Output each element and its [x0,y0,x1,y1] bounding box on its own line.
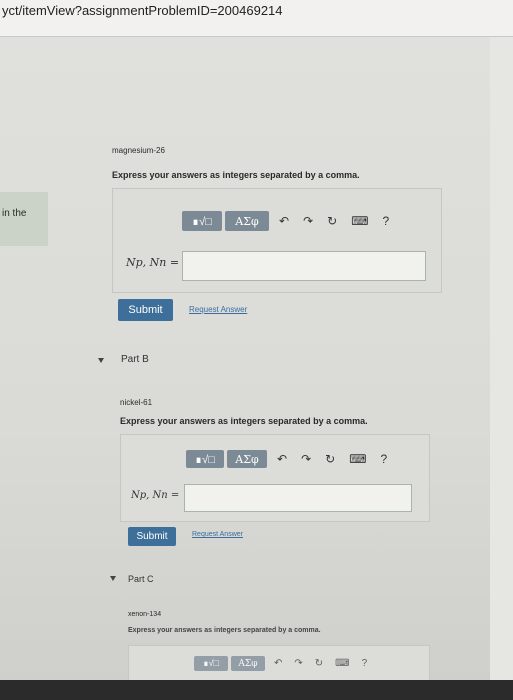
greek-symbols-button[interactable]: ΑΣφ [225,211,269,231]
part-c-instruction: Express your answers as integers separat… [128,627,321,634]
keyboard-icon[interactable]: ⌨ [351,214,368,228]
part-c-toolbar: ∎√□ ΑΣφ ↶ ↷ ↻ ⌨ ? [194,656,373,671]
part-b-title[interactable]: Part B [121,354,149,365]
redo-icon[interactable]: ↷ [294,658,302,669]
reset-icon[interactable]: ↻ [315,658,323,669]
part-a-element: magnesium-26 [112,146,165,155]
right-margin [490,37,513,680]
part-b-toolbar: ∎√□ ΑΣφ ↶ ↷ ↻ ⌨ ? [186,450,394,468]
help-icon[interactable]: ? [383,214,390,228]
part-b-instruction: Express your answers as integers separat… [120,416,368,426]
left-panel-text: in the [2,208,27,219]
part-b-element: nickel-61 [120,398,153,407]
page-content [0,37,513,680]
part-b-request-answer-link[interactable]: Request Answer [192,531,243,538]
keyboard-icon[interactable]: ⌨ [349,452,366,466]
part-c-collapse-icon[interactable] [110,576,116,581]
part-b-formula-label: Np, Nn = [131,490,180,501]
part-a-answer-input[interactable] [182,251,426,281]
part-c-title[interactable]: Part C [128,574,154,584]
redo-icon[interactable]: ↷ [303,214,313,228]
part-a-toolbar: ∎√□ ΑΣφ ↶ ↷ ↻ ⌨ ? [182,211,396,231]
redo-icon[interactable]: ↷ [301,452,311,466]
part-a-instruction: Express your answers as integers separat… [112,170,360,180]
part-b-submit-button[interactable]: Submit [128,527,176,546]
part-a-request-answer-link[interactable]: Request Answer [189,305,247,314]
reset-icon[interactable]: ↻ [325,452,335,466]
reset-icon[interactable]: ↻ [327,214,337,228]
template-button[interactable]: ∎√□ [182,211,222,231]
bottom-edge [0,680,513,700]
keyboard-icon[interactable]: ⌨ [335,658,349,669]
help-icon[interactable]: ? [381,452,388,466]
undo-icon[interactable]: ↶ [277,452,287,466]
part-a-submit-button[interactable]: Submit [118,299,173,321]
help-icon[interactable]: ? [362,658,368,669]
undo-icon[interactable]: ↶ [274,658,282,669]
address-bar[interactable]: yct/itemView?assignmentProblemID=2004692… [0,0,513,37]
template-button[interactable]: ∎√□ [194,656,228,671]
template-button[interactable]: ∎√□ [186,450,224,468]
greek-symbols-button[interactable]: ΑΣφ [231,656,265,671]
part-c-element: xenon-134 [128,611,162,618]
greek-symbols-button[interactable]: ΑΣφ [227,450,267,468]
part-b-collapse-icon[interactable] [98,358,104,363]
left-panel [0,192,48,246]
undo-icon[interactable]: ↶ [279,214,289,228]
part-b-answer-input[interactable] [184,484,412,512]
url-text[interactable]: yct/itemView?assignmentProblemID=2004692… [2,3,283,18]
part-a-formula-label: Np, Nn = [126,256,180,269]
